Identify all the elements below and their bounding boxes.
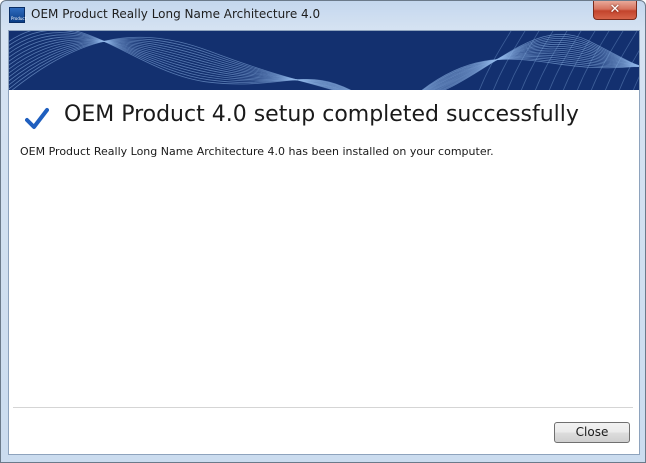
- banner-wave-graphic: [9, 31, 639, 90]
- dialog-content: OEM Product 4.0 setup completed successf…: [8, 30, 640, 455]
- header-banner: [9, 31, 639, 90]
- success-heading: OEM Product 4.0 setup completed successf…: [64, 102, 579, 127]
- app-icon: Product: [9, 7, 27, 23]
- app-icon-text: Product: [11, 16, 27, 21]
- install-message: OEM Product Really Long Name Architectur…: [20, 145, 494, 158]
- footer-divider: [13, 407, 633, 408]
- banner-wave-line: [492, 31, 526, 90]
- window-title: OEM Product Really Long Name Architectur…: [31, 7, 321, 21]
- checkmark-icon: [25, 108, 49, 129]
- close-icon: ✕: [609, 2, 621, 17]
- banner-wave-line: [478, 31, 512, 90]
- title-bar[interactable]: Product OEM Product Really Long Name Arc…: [1, 1, 645, 30]
- close-button[interactable]: Close: [554, 422, 630, 443]
- setup-window: Product OEM Product Really Long Name Arc…: [0, 0, 646, 463]
- banner-wave-line: [506, 31, 540, 90]
- window-close-button[interactable]: ✕: [593, 1, 637, 20]
